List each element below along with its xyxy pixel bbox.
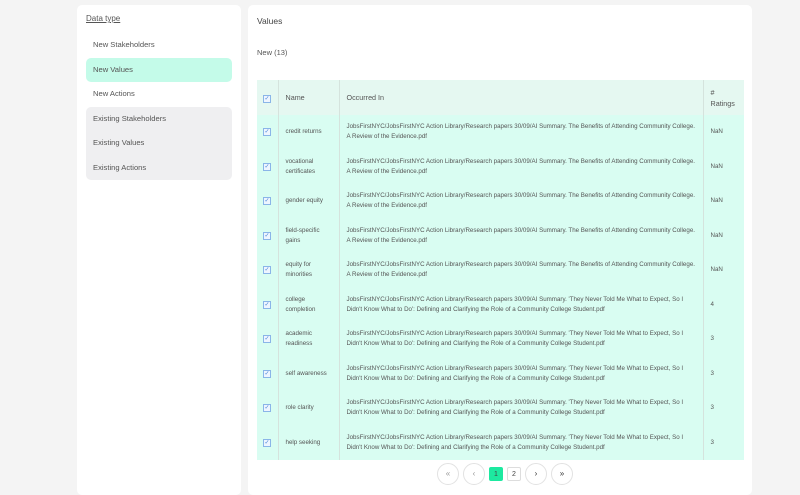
table-row[interactable]: ✓ field-specific gains JobsFirstNYC/Jobs… (257, 218, 744, 253)
values-table: ✓ Name Occurred In # Ratings ✓ credit re… (257, 80, 744, 460)
checkbox-checked-icon: ✓ (263, 128, 271, 137)
row-checkbox[interactable]: ✓ (257, 356, 278, 391)
next-page-button[interactable]: › (525, 463, 547, 485)
checkbox-checked-icon: ✓ (263, 438, 271, 447)
sidebar-item-new-stakeholders[interactable]: New Stakeholders (86, 33, 232, 58)
value-name: academic readiness (277, 322, 340, 357)
value-name: self awareness (277, 356, 340, 391)
ratings-count: NaN (702, 253, 744, 288)
ratings-count: NaN (702, 184, 744, 219)
page-2-button[interactable]: 2 (507, 467, 521, 481)
checkbox-checked-icon: ✓ (263, 197, 271, 206)
table-row[interactable]: ✓ college completion JobsFirstNYC/JobsFi… (257, 287, 744, 322)
table-row[interactable]: ✓ role clarity JobsFirstNYC/JobsFirstNYC… (257, 391, 744, 426)
occurred-in: JobsFirstNYC/JobsFirstNYC Action Library… (339, 391, 703, 426)
pagination: « ‹ 1 2 › » (437, 463, 573, 485)
column-header-name[interactable]: Name (277, 80, 340, 115)
row-checkbox[interactable]: ✓ (257, 115, 278, 150)
table-row[interactable]: ✓ academic readiness JobsFirstNYC/JobsFi… (257, 322, 744, 357)
checkbox-checked-icon: ✓ (263, 300, 271, 309)
row-checkbox[interactable]: ✓ (257, 322, 278, 357)
prev-page-button[interactable]: ‹ (463, 463, 485, 485)
ratings-count: 4 (702, 287, 744, 322)
occurred-in: JobsFirstNYC/JobsFirstNYC Action Library… (339, 115, 703, 150)
column-header-occurred-in[interactable]: Occurred In (339, 80, 703, 115)
checkbox-checked-icon: ✓ (263, 94, 271, 103)
checkbox-checked-icon: ✓ (263, 335, 271, 344)
value-name: gender equity (277, 184, 340, 219)
select-all-checkbox[interactable]: ✓ (257, 80, 278, 115)
table-row[interactable]: ✓ help seeking JobsFirstNYC/JobsFirstNYC… (257, 425, 744, 460)
ratings-count: 3 (702, 322, 744, 357)
occurred-in: JobsFirstNYC/JobsFirstNYC Action Library… (339, 287, 703, 322)
table-row[interactable]: ✓ gender equity JobsFirstNYC/JobsFirstNY… (257, 184, 744, 219)
occurred-in: JobsFirstNYC/JobsFirstNYC Action Library… (339, 184, 703, 219)
row-checkbox[interactable]: ✓ (257, 287, 278, 322)
occurred-in: JobsFirstNYC/JobsFirstNYC Action Library… (339, 425, 703, 460)
value-name: field-specific gains (277, 218, 340, 253)
column-header-ratings[interactable]: # Ratings (702, 80, 744, 115)
row-checkbox[interactable]: ✓ (257, 184, 278, 219)
page-title: Values (257, 16, 283, 26)
checkbox-checked-icon: ✓ (263, 369, 271, 378)
ratings-count: NaN (702, 115, 744, 150)
row-checkbox[interactable]: ✓ (257, 218, 278, 253)
value-name: college completion (277, 287, 340, 322)
existing-group: Existing Stakeholders Existing Values Ex… (86, 106, 232, 181)
data-type-panel: Data type New Stakeholders New Values Ne… (77, 5, 241, 495)
occurred-in: JobsFirstNYC/JobsFirstNYC Action Library… (339, 322, 703, 357)
sidebar-item-existing-stakeholders[interactable]: Existing Stakeholders (86, 107, 232, 132)
value-name: vocational certificates (277, 149, 340, 184)
table-row[interactable]: ✓ vocational certificates JobsFirstNYC/J… (257, 149, 744, 184)
value-name: equity for minorities (277, 253, 340, 288)
row-checkbox[interactable]: ✓ (257, 149, 278, 184)
first-page-button[interactable]: « (437, 463, 459, 485)
ratings-count: 3 (702, 391, 744, 426)
ratings-count: NaN (702, 149, 744, 184)
ratings-count: NaN (702, 218, 744, 253)
ratings-count: 3 (702, 356, 744, 391)
page-1-button[interactable]: 1 (489, 467, 503, 481)
sidebar-item-existing-actions[interactable]: Existing Actions (86, 156, 232, 181)
occurred-in: JobsFirstNYC/JobsFirstNYC Action Library… (339, 356, 703, 391)
occurred-in: JobsFirstNYC/JobsFirstNYC Action Library… (339, 253, 703, 288)
value-name: help seeking (277, 425, 340, 460)
checkbox-checked-icon: ✓ (263, 404, 271, 413)
values-panel: Values New (13) ✓ Name Occurred In # Rat… (248, 5, 752, 495)
sidebar-item-new-values[interactable]: New Values (86, 57, 232, 82)
checkbox-checked-icon: ✓ (263, 231, 271, 240)
last-page-button[interactable]: » (551, 463, 573, 485)
value-name: role clarity (277, 391, 340, 426)
table-row[interactable]: ✓ self awareness JobsFirstNYC/JobsFirstN… (257, 356, 744, 391)
checkbox-checked-icon: ✓ (263, 162, 271, 171)
data-type-heading: Data type (86, 14, 121, 23)
sidebar-item-existing-values[interactable]: Existing Values (86, 131, 232, 156)
new-count: New (13) (257, 48, 288, 57)
sidebar-item-new-actions[interactable]: New Actions (86, 82, 232, 107)
occurred-in: JobsFirstNYC/JobsFirstNYC Action Library… (339, 218, 703, 253)
value-name: credit returns (277, 115, 340, 150)
row-checkbox[interactable]: ✓ (257, 391, 278, 426)
checkbox-checked-icon: ✓ (263, 266, 271, 275)
row-checkbox[interactable]: ✓ (257, 425, 278, 460)
ratings-count: 3 (702, 425, 744, 460)
occurred-in: JobsFirstNYC/JobsFirstNYC Action Library… (339, 149, 703, 184)
table-row[interactable]: ✓ credit returns JobsFirstNYC/JobsFirstN… (257, 115, 744, 150)
row-checkbox[interactable]: ✓ (257, 253, 278, 288)
table-row[interactable]: ✓ equity for minorities JobsFirstNYC/Job… (257, 253, 744, 288)
